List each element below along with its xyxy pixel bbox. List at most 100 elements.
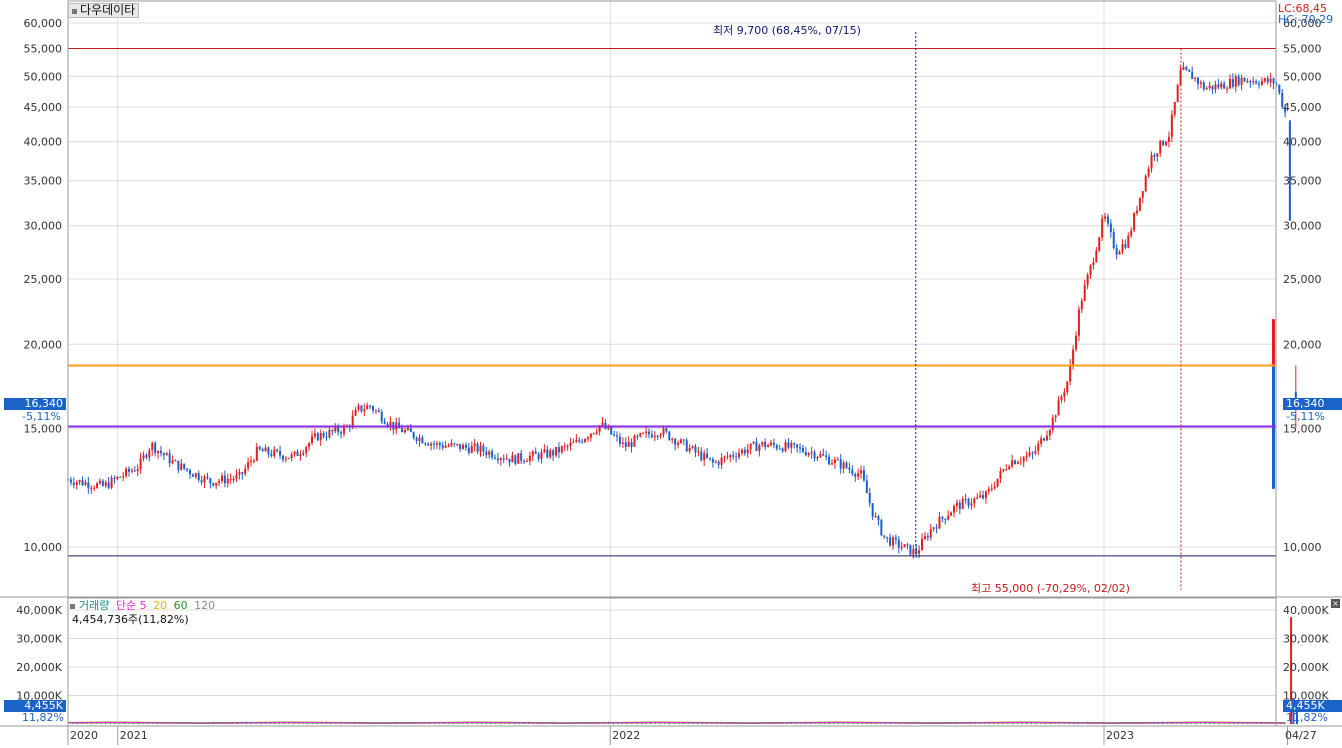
candle-body <box>610 427 613 435</box>
candle-body <box>1008 466 1011 470</box>
price-tick-label-right: 15,000 <box>1283 422 1322 435</box>
candle-body <box>656 435 659 437</box>
candle-body <box>511 455 514 463</box>
candle-body <box>1188 69 1191 72</box>
candle-body <box>255 446 258 461</box>
candle-body <box>311 436 314 444</box>
candle-body <box>1048 430 1051 436</box>
current-change-left: -5,11% <box>22 410 61 423</box>
candle-body <box>1016 462 1019 464</box>
current-price-tag-right: 16,340 <box>1283 398 1342 410</box>
candle-body <box>1022 457 1025 462</box>
candle-body <box>563 445 566 447</box>
candle-body <box>377 410 380 413</box>
candle-body <box>921 538 924 551</box>
candle-body <box>1118 251 1121 255</box>
candle-body <box>706 453 709 458</box>
candle-body <box>1194 77 1197 79</box>
candle-body <box>433 443 436 445</box>
candle-body <box>229 478 232 480</box>
candle-body <box>1077 309 1080 336</box>
candle-body <box>357 405 360 410</box>
price-range-up-bar <box>1272 319 1275 366</box>
price-tick-label-right: 10,000 <box>1283 541 1322 554</box>
candle-body <box>1153 154 1156 157</box>
candle-body <box>1013 460 1016 464</box>
candle-body <box>267 447 270 454</box>
candle-body <box>790 443 793 448</box>
candle-body <box>514 455 517 464</box>
candle-body <box>1150 154 1153 169</box>
candle-body <box>1214 84 1217 90</box>
candle-body <box>935 527 938 529</box>
candle-body <box>636 435 639 437</box>
close-panel-icon[interactable]: × <box>1331 599 1340 608</box>
candle-body <box>740 449 743 454</box>
ma-label: 단순 <box>115 599 137 612</box>
candle-body <box>886 536 889 538</box>
candle-body <box>203 476 206 483</box>
candle-body <box>450 443 453 446</box>
candle-body <box>996 478 999 487</box>
candle-body <box>1176 85 1179 102</box>
candle-body <box>409 428 412 433</box>
candle-body <box>799 447 802 449</box>
candle-body <box>328 429 331 438</box>
candle-body <box>1255 81 1258 84</box>
candle-body <box>566 445 569 447</box>
candle-body <box>717 461 720 465</box>
candle-body <box>496 458 499 461</box>
volume-legend: 거래량 단순 5 20 60 120 <box>70 599 215 612</box>
candle-body <box>1034 451 1037 454</box>
candle-body <box>621 442 624 444</box>
candle-body <box>947 515 950 520</box>
candle-body <box>1138 197 1141 211</box>
candle-body <box>424 443 427 445</box>
price-tick-label-right: 55,000 <box>1283 42 1322 55</box>
candle-body <box>767 445 770 448</box>
candle-body <box>607 427 610 429</box>
candle-body <box>671 438 674 440</box>
candle-body <box>819 454 822 457</box>
price-tick-label-left: 20,000 <box>24 338 63 351</box>
last-volume-text: 4,454,736주(11,82%) <box>72 613 189 626</box>
candle-body <box>738 453 741 458</box>
candle-body <box>386 423 389 426</box>
candle-body <box>1031 452 1034 454</box>
candle-body <box>412 432 415 438</box>
candle-body <box>534 451 537 454</box>
candle-body <box>752 442 755 444</box>
candle-body <box>499 458 502 461</box>
candle-body <box>950 512 953 516</box>
candle-body <box>462 444 465 450</box>
candle-body <box>970 503 973 506</box>
candle-body <box>305 447 308 453</box>
candle-body <box>749 443 752 450</box>
candle-body <box>383 421 386 424</box>
candle-body <box>505 458 508 460</box>
candle-body <box>1089 265 1092 275</box>
candle-body <box>836 459 839 461</box>
legend-square-icon <box>70 603 75 609</box>
candle-body <box>380 412 383 422</box>
candle-body <box>284 458 287 460</box>
candle-body <box>894 537 897 540</box>
candle-body <box>549 450 552 458</box>
candle-body <box>430 443 433 446</box>
candle-body <box>1080 300 1083 310</box>
candle-body <box>69 479 72 483</box>
candle-body <box>653 435 656 438</box>
candle-body <box>1185 66 1188 70</box>
candle-body <box>1252 81 1255 83</box>
stock-name-tab[interactable]: 다우데이타 <box>68 3 140 18</box>
candle-body <box>906 544 909 546</box>
candle-body <box>1182 66 1185 70</box>
candle-body <box>1083 285 1086 301</box>
candle-body <box>1202 82 1205 90</box>
candle-body <box>999 470 1002 479</box>
candle-body <box>868 493 871 504</box>
price-tick-label-left: 40,000 <box>24 136 63 149</box>
candle-body <box>308 443 311 448</box>
candle-body <box>897 539 900 548</box>
candle-body <box>316 433 319 441</box>
